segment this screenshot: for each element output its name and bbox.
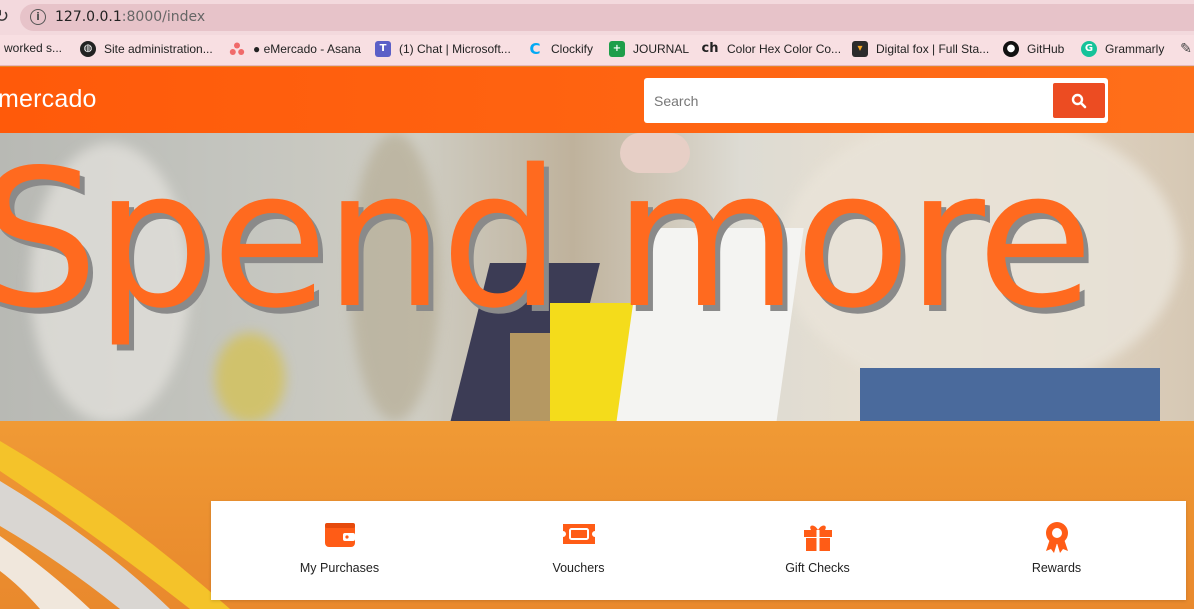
grammarly-icon: G	[1081, 41, 1097, 57]
site-info-icon[interactable]: i	[30, 9, 46, 25]
hero-headline: Spend more	[0, 133, 1094, 350]
category-label: Rewards	[1031, 561, 1082, 575]
site-header: mercado	[0, 67, 1194, 133]
site-logo[interactable]: mercado	[0, 85, 97, 114]
category-my-purchases[interactable]: My Purchases	[218, 501, 461, 600]
search-input[interactable]	[644, 78, 1049, 123]
bookmark-journal[interactable]: + JOURNAL	[609, 41, 689, 57]
sheets-icon: +	[609, 41, 625, 57]
bookmark-label: Clockify	[551, 42, 594, 56]
gift-icon	[803, 525, 832, 551]
digitalfox-icon: ▾	[852, 41, 868, 57]
category-label: My Purchases	[299, 561, 380, 575]
github-icon: ●	[1003, 41, 1019, 57]
browser-address-row: ↻ i 127.0.0.1:8000/index	[0, 0, 1194, 35]
promo-section: My Purchases Vouchers Gift Checks Reward…	[0, 421, 1194, 609]
bookmark-worked[interactable]: l worked s...	[0, 41, 62, 55]
category-label: Gift Checks	[785, 561, 850, 575]
search-button[interactable]	[1053, 83, 1105, 118]
bookmark-label: (1) Chat | Microsoft...	[399, 42, 511, 56]
ticket-icon	[562, 524, 595, 544]
bookmark-label: Color Hex Color Co...	[727, 42, 842, 56]
bookmark-color-hex[interactable]: ch Color Hex Color Co...	[701, 41, 842, 57]
bookmark-overflow[interactable]: ✎	[1178, 41, 1194, 57]
bookmark-clockify[interactable]: C Clockify	[527, 41, 593, 57]
hero-banner: Spend more	[0, 133, 1194, 421]
teams-icon: T	[375, 41, 391, 57]
bookmark-site-administration[interactable]: ◍ Site administration...	[80, 41, 213, 57]
bookmarks-bar: l worked s... ◍ Site administration... ●…	[0, 35, 1194, 66]
bookmark-asana[interactable]: ● eMercado - Asana	[229, 41, 361, 57]
bookmark-github[interactable]: ● GitHub	[1003, 41, 1064, 57]
colorhex-icon: ch	[701, 41, 719, 56]
bookmark-teams-chat[interactable]: T (1) Chat | Microsoft...	[375, 41, 511, 57]
category-card: My Purchases Vouchers Gift Checks Reward…	[211, 501, 1186, 600]
address-bar[interactable]: i 127.0.0.1:8000/index	[20, 4, 1194, 31]
bookmark-label: l worked s...	[0, 41, 63, 55]
asana-icon	[229, 41, 245, 57]
category-rewards[interactable]: Rewards	[935, 501, 1178, 600]
jeans	[860, 368, 1160, 421]
bookmark-label: JOURNAL	[633, 42, 690, 56]
bookmark-label: ● eMercado - Asana	[253, 42, 361, 56]
category-label: Vouchers	[552, 561, 605, 575]
wallet-icon	[324, 523, 355, 547]
category-vouchers[interactable]: Vouchers	[457, 501, 700, 600]
clockify-icon: C	[529, 40, 541, 58]
bookmark-digital-fox[interactable]: ▾ Digital fox | Full Sta...	[852, 41, 989, 57]
reload-icon[interactable]: ↻	[0, 6, 9, 27]
bookmark-grammarly[interactable]: G Grammarly	[1081, 41, 1164, 57]
bookmark-label: GitHub	[1027, 42, 1065, 56]
bookmark-label: Digital fox | Full Sta...	[876, 42, 990, 56]
search-icon	[1071, 93, 1087, 108]
bookmark-label: Grammarly	[1105, 42, 1165, 56]
category-gift-checks[interactable]: Gift Checks	[696, 501, 939, 600]
url-text: 127.0.0.1:8000/index	[55, 9, 206, 25]
globe-icon: ◍	[80, 41, 96, 57]
search-box	[644, 78, 1108, 123]
award-icon	[1045, 522, 1068, 553]
pencil-icon: ✎	[1180, 41, 1192, 57]
bookmark-label: Site administration...	[104, 42, 213, 56]
